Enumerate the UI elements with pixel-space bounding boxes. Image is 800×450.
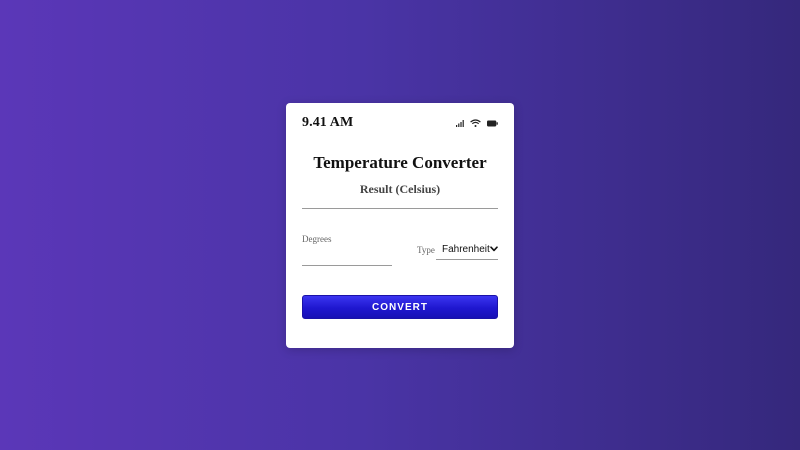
wifi-icon	[470, 119, 481, 127]
result-label: Result (Celsius)	[359, 182, 441, 196]
page-title: Temperature Converter	[313, 153, 487, 172]
type-selected-value: Fahrenheit	[442, 243, 490, 255]
degrees-input[interactable]	[302, 249, 392, 266]
type-label: Type	[417, 245, 435, 255]
chevron-down-icon	[490, 246, 499, 252]
status-time: 9.41 AM	[302, 115, 354, 130]
result-field	[302, 196, 498, 209]
status-bar: 9.41 AM	[302, 115, 498, 131]
battery-icon	[487, 120, 498, 127]
status-icons	[456, 119, 498, 127]
convert-button[interactable]: CONVERT	[302, 295, 498, 319]
degrees-label: Degrees	[302, 234, 332, 244]
converter-card: 9.41 AM Temperature Converter Result (Ce…	[286, 103, 514, 348]
signal-icon	[456, 119, 464, 127]
type-select[interactable]: Fahrenheit	[436, 239, 498, 260]
